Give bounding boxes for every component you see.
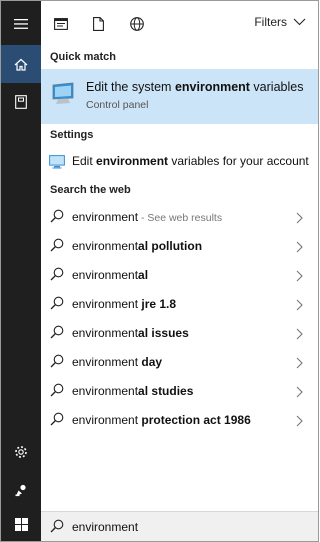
web-result-label: environment protection act 1986 <box>72 413 251 427</box>
chevron-right-icon <box>296 298 303 316</box>
scope-toolbar: Filters <box>41 1 318 45</box>
chevron-right-icon <box>296 327 303 345</box>
web-result[interactable]: environment jre 1.8 <box>41 290 318 319</box>
web-result[interactable]: environmental issues <box>41 319 318 348</box>
search-icon <box>50 412 64 431</box>
chevron-right-icon <box>296 385 303 403</box>
web-result[interactable]: environmental studies <box>41 377 318 406</box>
notebook-icon[interactable] <box>1 83 41 121</box>
chevron-right-icon <box>296 211 303 229</box>
filters-button[interactable]: Filters <box>254 15 306 29</box>
quick-match-result[interactable]: Edit the system environment variables Co… <box>41 69 318 124</box>
filters-label: Filters <box>254 15 287 29</box>
chevron-right-icon <box>296 269 303 287</box>
chevron-down-icon <box>293 15 306 29</box>
left-rail <box>1 1 41 541</box>
chevron-right-icon <box>296 414 303 432</box>
settings-result[interactable]: Edit environment variables for your acco… <box>41 147 318 176</box>
search-icon <box>50 383 64 402</box>
chevron-right-icon <box>296 240 303 258</box>
web-result-label: environmental studies <box>72 384 194 398</box>
search-icon <box>50 238 64 257</box>
home-icon[interactable] <box>1 45 41 83</box>
web-result-label: environment - See web results <box>72 210 223 224</box>
monitor-icon <box>50 82 76 111</box>
web-result-label: environment day <box>72 355 163 369</box>
feedback-icon[interactable] <box>1 471 41 509</box>
monitor-settings-icon <box>49 155 65 174</box>
windows-start-icon[interactable] <box>1 505 41 541</box>
web-result[interactable]: environmental <box>41 261 318 290</box>
search-icon <box>50 209 64 228</box>
hamburger-menu-icon[interactable] <box>1 5 41 43</box>
search-web-heading: Search the web <box>50 184 131 196</box>
web-result[interactable]: environment day <box>41 348 318 377</box>
search-icon <box>50 354 64 373</box>
search-icon <box>50 267 64 286</box>
search-input[interactable]: environment <box>72 520 138 534</box>
globe-icon[interactable] <box>128 15 146 33</box>
quick-match-heading: Quick match <box>50 51 117 63</box>
settings-icon[interactable] <box>1 433 41 471</box>
document-list-icon[interactable] <box>52 15 70 33</box>
start-search-panel: Filters Quick match Edit the system envi… <box>0 0 319 542</box>
quick-match-subtitle: Control panel <box>86 99 149 111</box>
search-box[interactable]: environment <box>41 511 318 541</box>
web-result-label: environmental <box>72 268 149 282</box>
web-result[interactable]: environment protection act 1986 <box>41 406 318 435</box>
settings-result-label: Edit environment variables for your acco… <box>72 154 309 168</box>
web-result-label: environment jre 1.8 <box>72 297 177 311</box>
search-icon <box>50 519 64 538</box>
web-result[interactable]: environment - See web results <box>41 203 318 232</box>
chevron-right-icon <box>296 356 303 374</box>
web-result-label: environmental issues <box>72 326 189 340</box>
web-result[interactable]: environmental pollution <box>41 232 318 261</box>
web-result-label: environmental pollution <box>72 239 203 253</box>
quick-match-title: Edit the system environment variables <box>86 80 304 94</box>
search-icon <box>50 325 64 344</box>
search-icon <box>50 296 64 315</box>
document-icon[interactable] <box>89 15 107 33</box>
settings-heading: Settings <box>50 129 94 141</box>
